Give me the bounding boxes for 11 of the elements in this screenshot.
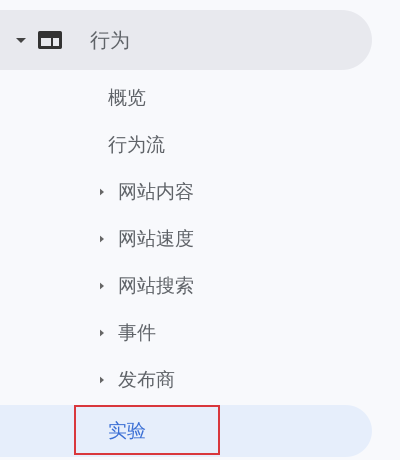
selected-menu-item[interactable]: 实验 [0, 405, 372, 457]
section-label: 行为 [90, 26, 130, 54]
menu-item[interactable]: 概览 [0, 74, 372, 121]
menu-item[interactable]: 行为流 [0, 121, 372, 168]
menu-item[interactable]: 网站搜索 [0, 262, 372, 309]
menu-item[interactable]: 事件 [0, 309, 372, 356]
menu-item[interactable]: 发布商 [0, 356, 372, 403]
window-panel-icon [38, 31, 62, 49]
menu-item[interactable]: 网站内容 [0, 168, 372, 215]
menu-section-header[interactable]: 行为 [0, 10, 372, 70]
menu-item[interactable]: 网站速度 [0, 215, 372, 262]
